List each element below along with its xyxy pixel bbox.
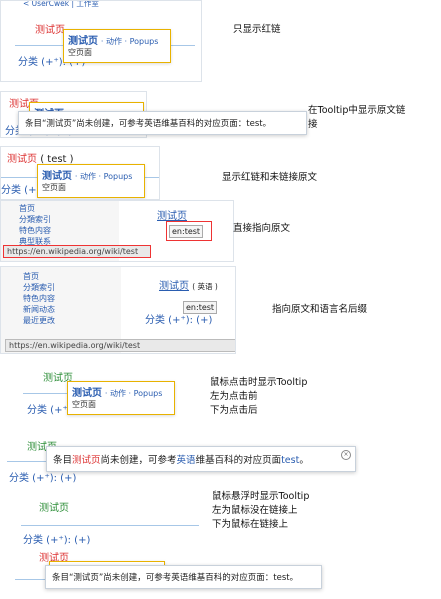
status-url: https://en.wikipedia.org/wiki/test xyxy=(5,339,235,352)
page-popup: 测试页 · 动作 · Popups 空页面 xyxy=(67,381,175,415)
sidebar-item[interactable]: 新闻动态 xyxy=(23,304,121,315)
tooltip-part: 。 xyxy=(299,455,309,466)
tooltip-part: 尚未创建，可参考 xyxy=(100,455,177,466)
close-icon[interactable]: × xyxy=(341,450,351,460)
screenshot-3: 测试页 ( test ) 分类 (+⁺): (+) 测试页 · 动作 · Pop… xyxy=(0,146,160,200)
category-line[interactable]: 分类 (+⁺): (+) xyxy=(23,531,90,546)
screenshot-5: 首页 分類索引 特色内容 新闻动态 最近更改 测试页 ( 英语 ) en:tes… xyxy=(0,266,236,354)
popup-title[interactable]: 测试页 xyxy=(42,171,72,182)
link-title[interactable]: 测试页 xyxy=(157,207,187,222)
status-url: https://en.wikipedia.org/wiki/test xyxy=(3,245,151,258)
tooltip-red-link[interactable]: 测试页 xyxy=(72,455,101,466)
popup-empty-label: 空页面 xyxy=(72,400,96,409)
screenshot-1: < UserCwek | 工作室 测试页 分类 (+⁺): (+) 测试页 · … xyxy=(0,0,202,82)
divider xyxy=(21,525,199,526)
tooltip-lang-link[interactable]: 英语 xyxy=(177,455,196,466)
sidebar-item[interactable]: 特色内容 xyxy=(19,225,119,236)
annotation-4: 直接指向原文 xyxy=(233,223,291,234)
tooltip: 条目测试页尚未创建，可参考英语维基百科的对应页面test。 × xyxy=(46,446,356,472)
sidebar-item[interactable]: 首页 xyxy=(23,271,121,282)
popup-title[interactable]: 测试页 xyxy=(72,388,102,399)
tooltip-part: 条目 xyxy=(53,455,73,466)
tooltip-original-link[interactable]: test xyxy=(281,455,299,466)
red-link-title[interactable]: 测试页 xyxy=(35,21,65,36)
sidebar-item[interactable]: 分類索引 xyxy=(19,214,119,225)
popup-title[interactable]: 测试页 xyxy=(68,36,98,47)
screenshot-4: 首页 分類索引 特色内容 典型联系 测试页 en:test https://en… xyxy=(0,200,234,262)
sidebar-item[interactable]: 最近更改 xyxy=(23,315,121,326)
annotation-1: 只显示红链 xyxy=(233,24,281,35)
link-title[interactable]: 测试页 xyxy=(159,281,189,292)
tooltip-part: 维基百科的对应页面 xyxy=(195,455,282,466)
tooltip-text: 条目“测试页”尚未创建，可参考英语维基百科的对应页面：test。 xyxy=(25,119,272,129)
tooltip: 条目“测试页”尚未创建，可参考英语维基百科的对应页面：test。 xyxy=(18,111,307,135)
popup-actions[interactable]: · 动作 · Popups xyxy=(101,37,159,46)
screenshot-6: 测试页 分类 (+⁺): (+) 测试页 · 动作 · Popups 空页面 xyxy=(10,362,182,424)
popup-empty-label: 空页面 xyxy=(68,48,92,57)
popup-actions[interactable]: · 动作 · Popups xyxy=(75,172,133,181)
annotation-3: 显示红链和未链接原文 xyxy=(222,172,318,183)
tooltip: 条目“测试页”尚未创建，可参考英语维基百科的对应页面：test。 xyxy=(45,565,322,589)
sidebar-item[interactable]: 分類索引 xyxy=(23,282,121,293)
breadcrumb[interactable]: < UserCwek | 工作室 xyxy=(23,1,99,9)
title-row: 测试页 ( 英语 ) xyxy=(159,277,218,292)
green-link-title[interactable]: 测试页 xyxy=(39,499,69,514)
title-row: 测试页 ( test ) xyxy=(7,150,74,165)
category-line[interactable]: 分类 (+⁺): (+) xyxy=(145,311,212,326)
sidebar-item[interactable]: 首页 xyxy=(19,203,119,214)
language-suffix: ( 英语 ) xyxy=(192,282,218,291)
page-popup: 测试页 · 动作 · Popups 空页面 xyxy=(37,164,145,198)
popup-empty-label: 空页面 xyxy=(42,183,66,192)
highlight-box xyxy=(166,221,212,241)
red-link-title[interactable]: 测试页 xyxy=(7,154,37,165)
sidebar-item[interactable]: 特色内容 xyxy=(23,293,121,304)
annotation-2: 在Tooltip中显示原文链接 xyxy=(308,105,406,130)
page-popup: 测试页 · 动作 · Popups 空页面 xyxy=(63,29,171,63)
annotation-5: 指向原文和语言名后缀 xyxy=(272,304,368,315)
annotation-6: 鼠标点击时显示Tooltip 左为点击前 下为点击后 xyxy=(210,377,308,416)
screenshot-8: 测试页 分类 (+⁺): (+) xyxy=(10,490,202,548)
tooltip-text: 条目“测试页”尚未创建，可参考英语维基百科的对应页面：test。 xyxy=(52,573,299,583)
popup-actions[interactable]: · 动作 · Popups xyxy=(105,389,163,398)
annotation-8: 鼠标悬浮时显示Tooltip 左为鼠标没在链接上 下为鼠标在链接上 xyxy=(212,491,310,530)
